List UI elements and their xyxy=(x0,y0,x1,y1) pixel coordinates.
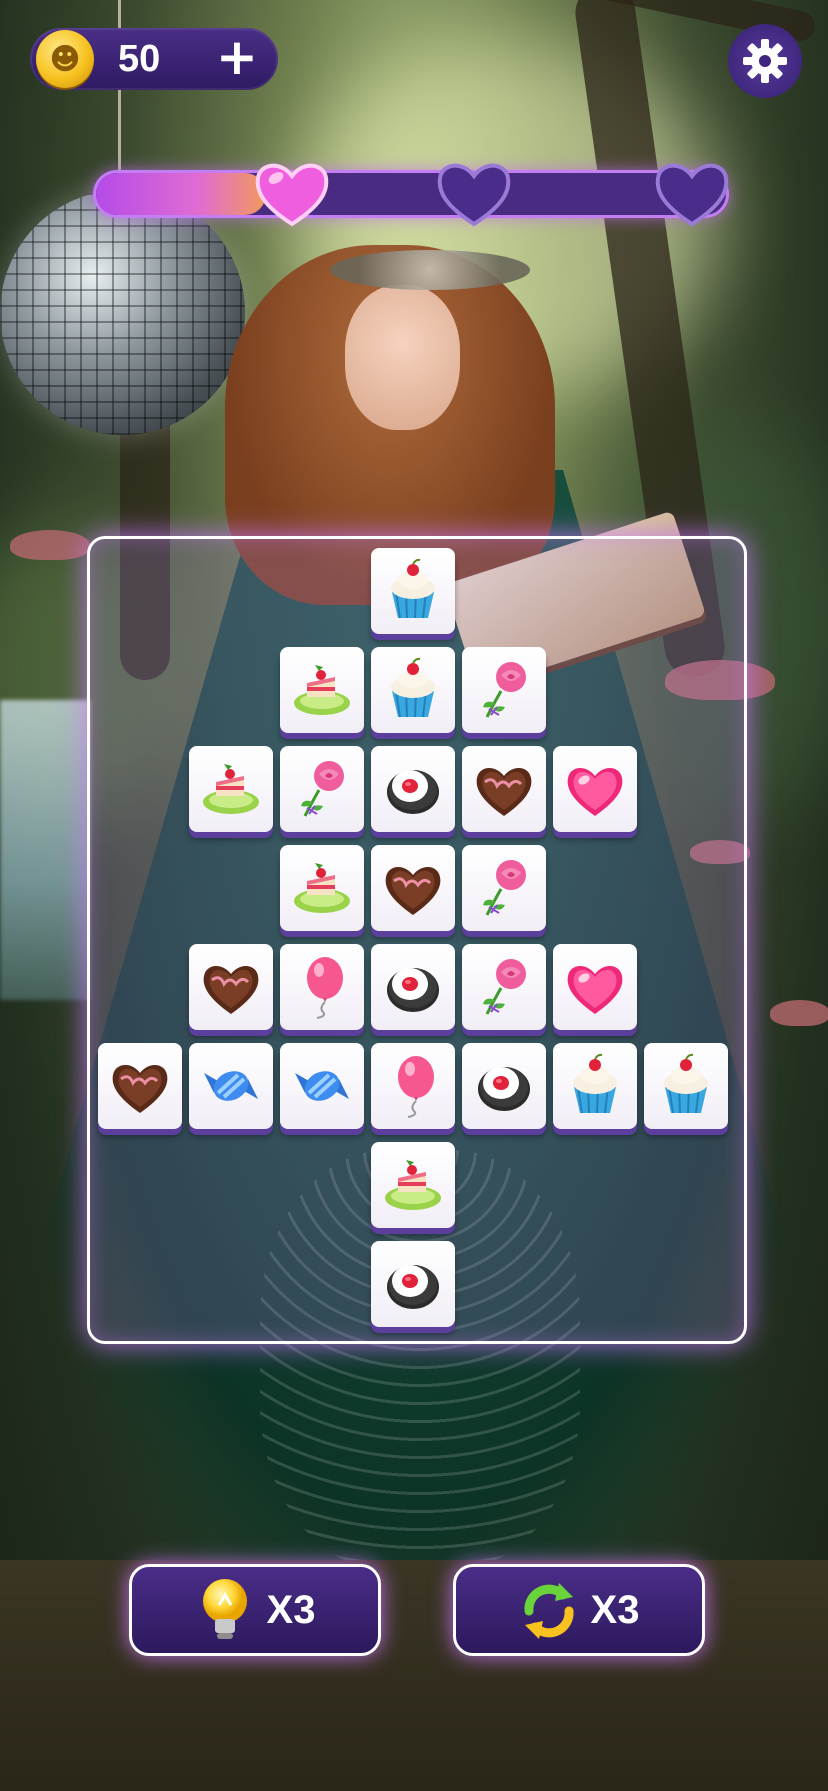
cupcake-icon xyxy=(664,1053,708,1114)
sushi-roll-icon xyxy=(387,770,439,814)
chocolate-heart-icon xyxy=(476,767,532,816)
tile-sushi-roll[interactable] xyxy=(371,746,455,832)
tile-cupcake[interactable] xyxy=(553,1043,637,1129)
lightbulb-icon xyxy=(202,1579,247,1639)
tile-rose[interactable] xyxy=(462,845,546,931)
cupcake-icon xyxy=(391,657,435,718)
settings-button[interactable] xyxy=(728,24,802,98)
rose-icon xyxy=(483,662,526,718)
hint-button[interactable]: X3 xyxy=(129,1564,381,1656)
character-face xyxy=(345,285,460,430)
tile-sushi-roll[interactable] xyxy=(462,1043,546,1129)
character-crown xyxy=(330,250,530,290)
cupcake-icon xyxy=(573,1053,617,1114)
rose-icon xyxy=(301,761,344,817)
shuffle-button[interactable]: X3 xyxy=(453,1564,705,1656)
tile-balloon[interactable] xyxy=(280,944,364,1030)
sushi-roll-icon xyxy=(387,1265,439,1309)
disco-ball xyxy=(0,190,245,435)
coin-face-icon: ☻ xyxy=(36,30,94,88)
tile-pink-heart[interactable] xyxy=(553,944,637,1030)
tile-rose[interactable] xyxy=(462,944,546,1030)
tile-wrapped-candy[interactable] xyxy=(280,1043,364,1129)
balloon-icon xyxy=(307,957,343,1019)
tile-rose[interactable] xyxy=(280,746,364,832)
shuffle-count: X3 xyxy=(590,1587,640,1632)
tile-chocolate-heart[interactable] xyxy=(189,944,273,1030)
chocolate-heart-icon xyxy=(203,965,259,1014)
balloon-icon xyxy=(398,1056,434,1118)
tile-cupcake[interactable] xyxy=(644,1043,728,1129)
chocolate-heart-icon xyxy=(112,1064,168,1113)
tile-rose[interactable] xyxy=(462,647,546,733)
wrapped-candy-icon xyxy=(295,1071,349,1101)
cake-slice-icon xyxy=(203,764,259,814)
coin-count: 50 xyxy=(118,38,161,80)
tile-balloon[interactable] xyxy=(371,1043,455,1129)
rose-icon xyxy=(483,959,526,1015)
level-progress-bar xyxy=(96,173,726,215)
tile-chocolate-heart[interactable] xyxy=(462,746,546,832)
hint-count: X3 xyxy=(266,1587,316,1632)
sushi-roll-icon xyxy=(387,968,439,1012)
rose-icon xyxy=(483,860,526,916)
tile-sushi-roll[interactable] xyxy=(371,944,455,1030)
tile-chocolate-heart[interactable] xyxy=(98,1043,182,1129)
tile-sushi-roll[interactable] xyxy=(371,1241,455,1327)
add-coins-button[interactable]: + xyxy=(212,32,262,84)
chocolate-heart-icon xyxy=(385,866,441,915)
cake-slice-icon xyxy=(294,665,350,715)
tile-pink-heart[interactable] xyxy=(553,746,637,832)
pink-heart-icon xyxy=(567,767,623,816)
tile-cake-slice[interactable] xyxy=(280,845,364,931)
tile-cupcake[interactable] xyxy=(371,647,455,733)
milestone-heart-icon xyxy=(652,156,732,228)
milestone-heart-icon xyxy=(252,156,332,228)
cupcake-icon xyxy=(391,558,435,619)
shuffle-arrows-icon xyxy=(524,1583,574,1639)
tile-cake-slice[interactable] xyxy=(371,1142,455,1228)
tile-wrapped-candy[interactable] xyxy=(189,1043,273,1129)
sushi-roll-icon xyxy=(478,1067,530,1111)
waterfall xyxy=(0,700,90,1000)
milestone-heart-icon xyxy=(434,156,514,228)
level-progress-fill xyxy=(96,173,267,215)
gear-icon xyxy=(743,39,787,83)
cake-slice-icon xyxy=(385,1160,441,1210)
cake-slice-icon xyxy=(294,863,350,913)
tile-chocolate-heart[interactable] xyxy=(371,845,455,931)
pink-heart-icon xyxy=(567,965,623,1014)
tile-cupcake[interactable] xyxy=(371,548,455,634)
tile-cake-slice[interactable] xyxy=(280,647,364,733)
tile-cake-slice[interactable] xyxy=(189,746,273,832)
wrapped-candy-icon xyxy=(204,1071,258,1101)
